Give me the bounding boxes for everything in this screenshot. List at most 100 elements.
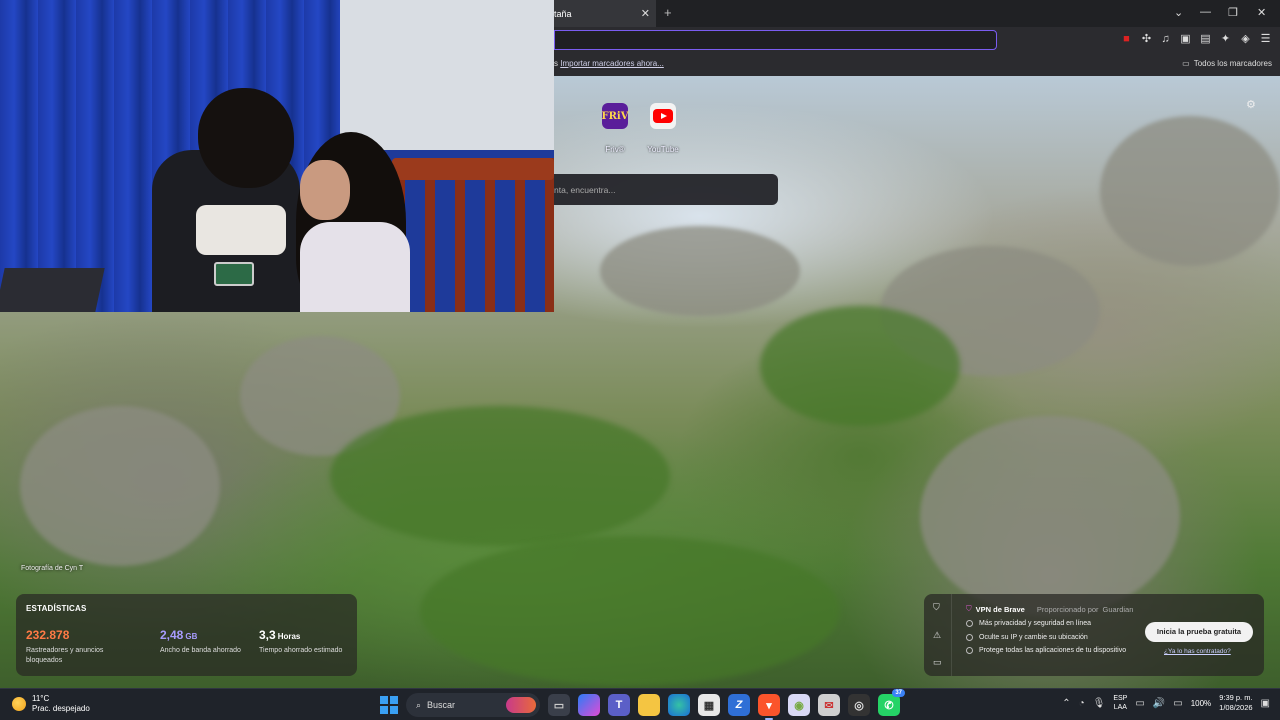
clock-time: 9:39 p. m. [1219, 693, 1253, 702]
stat-desc: Rastreadores y anuncios bloqueados [26, 647, 104, 664]
notification-icon[interactable]: ▣ [1261, 698, 1270, 709]
grass-decoration [330, 406, 670, 546]
microphone-icon[interactable]: 🎙 [1093, 698, 1106, 709]
teams-icon[interactable]: T [608, 694, 630, 716]
task-view-icon[interactable]: ▭ [548, 694, 570, 716]
vpn-provider: Guardian [1102, 604, 1134, 614]
settings-gear-icon[interactable]: ⚙ [1246, 98, 1256, 111]
address-bar[interactable] [554, 30, 997, 50]
vpn-trial-button[interactable]: Inicia la prueba gratuita [1145, 622, 1253, 642]
close-window-icon[interactable]: ✕ [1257, 6, 1266, 19]
brave-icon[interactable]: ▾ [758, 694, 780, 720]
close-tab-icon[interactable]: ✕ [641, 7, 650, 20]
search-highlight-icon [506, 697, 536, 713]
top-site-friv[interactable]: FRiV Friv® [595, 103, 635, 154]
warning-icon[interactable]: ⚠ [933, 630, 941, 641]
whatsapp-badge: 37 [892, 689, 905, 697]
windows-start-icon[interactable] [380, 696, 398, 714]
person-adult-shirt [196, 205, 286, 255]
zoom-icon[interactable]: Z [728, 694, 750, 716]
menu-icon[interactable]: ☰ [1259, 33, 1272, 46]
vpn-powered-by: Proporcionado por [1036, 604, 1099, 614]
all-bookmarks-label: Todos los marcadores [1193, 59, 1272, 68]
browser-tab[interactable]: taña ✕ [554, 0, 656, 27]
stat-desc: Ancho de banda ahorrado [160, 647, 241, 654]
brave-shields-icon[interactable]: ■ [1120, 33, 1133, 46]
store-icon[interactable]: ▦ [698, 694, 720, 716]
search-placeholder: nta, encuentra... [554, 185, 616, 195]
whatsapp-icon[interactable]: ✆ 37 [878, 689, 905, 716]
folder-icon: ▭ [1182, 59, 1190, 68]
new-tab-button[interactable]: + [664, 5, 672, 20]
chevron-up-icon[interactable]: ⌃ [1062, 698, 1070, 709]
language-indicator[interactable]: ESP LAA [1113, 694, 1127, 712]
extensions-icon[interactable]: ✣ [1140, 33, 1153, 46]
battery-icon[interactable]: ▭ [1173, 698, 1182, 709]
vpn-feature-label: Más privacidad y seguridad en línea [979, 620, 1092, 627]
weather-desc: Prac. despejado [32, 704, 90, 713]
vpn-already-link[interactable]: ¿Ya lo has contratado? [1164, 648, 1231, 655]
wifi-icon[interactable]: ◔ [1079, 698, 1085, 709]
leo-ai-icon[interactable]: ✦ [1219, 33, 1232, 46]
grass-decoration [760, 306, 960, 426]
taskbar-apps: ⌕ Buscar ▭ T ▦ Z ▾ ◉ ✉ ◎ ✆ 37 [380, 689, 905, 720]
vpn-feature: Protege todas las aplicaciones de tu dis… [966, 647, 1126, 654]
restore-icon[interactable]: ❐ [1228, 6, 1238, 19]
taskbar-search[interactable]: ⌕ Buscar [406, 693, 540, 717]
webcam-overlay [0, 0, 554, 312]
stat-trackers: 232.878 Rastreadores y anuncios bloquead… [26, 626, 116, 666]
display-icon[interactable]: ▭ [1135, 698, 1144, 709]
stat-value: 2,48 [160, 628, 184, 642]
import-bookmarks-link[interactable]: Importar marcadores ahora... [560, 59, 664, 68]
person-child-body [300, 222, 410, 312]
check-icon [966, 634, 973, 641]
tab-list-icon[interactable]: ⌄ [1174, 6, 1183, 19]
all-bookmarks-button[interactable]: ▭ Todos los marcadores [1182, 59, 1272, 68]
bookmarks-import: s Importar marcadores ahora... [554, 59, 664, 68]
obs-icon[interactable]: ◎ [848, 694, 870, 716]
system-tray: ⌃ ◔ 🎙 ESP LAA ▭ 🔊 ▭ 100% 9:39 p. m. 1/08… [1062, 693, 1270, 713]
taskbar: 11°C Prac. despejado ⌕ Buscar ▭ T ▦ Z ▾ … [0, 688, 1280, 720]
person-child-face [300, 160, 350, 220]
stat-unit: Horas [277, 632, 301, 641]
volume-icon[interactable]: 🔊 [1153, 698, 1165, 709]
browser-toolbar: ■ ✣ ♫ ▣ ▤ ✦ ◈ ☰ [554, 27, 1280, 53]
copilot-icon[interactable] [578, 694, 600, 716]
sidebar-icon[interactable]: ▣ [1179, 33, 1192, 46]
photo-credit[interactable]: Fotografía de Cyn T [21, 565, 83, 572]
game-app-icon[interactable]: ◉ [788, 694, 810, 716]
minimize-icon[interactable]: — [1200, 6, 1211, 18]
vpn-feature: Oculte su IP y cambie su ubicación [966, 634, 1088, 641]
search-input[interactable]: nta, encuentra... [554, 174, 778, 205]
rock-decoration [920, 416, 1180, 616]
edge-icon[interactable] [668, 694, 690, 716]
youtube-icon [650, 103, 676, 129]
mail-app-icon[interactable]: ✉ [818, 694, 840, 716]
stats-title: ESTADÍSTICAS [26, 604, 87, 613]
widget-switcher: ⛉ ⚠ ▭ [924, 594, 952, 676]
media-icon[interactable]: ♫ [1159, 33, 1172, 46]
stat-bandwidth: 2,48 GB Ancho de banda ahorrado [160, 626, 250, 656]
shield-icon[interactable]: ⛉ [933, 602, 940, 613]
browser-titlebar: taña ✕ + ⌄ — ❐ ✕ [554, 0, 1280, 27]
rewards-icon[interactable]: ▭ [933, 657, 942, 668]
stat-time: 3,3 Horas Tiempo ahorrado estimado [259, 626, 349, 656]
weather-widget[interactable]: 11°C Prac. despejado [12, 694, 90, 714]
rock-decoration [1100, 116, 1280, 266]
top-site-youtube[interactable]: YouTube [643, 103, 683, 154]
tab-title: taña [554, 8, 572, 19]
weather-temp: 11°C [32, 694, 50, 703]
chair [395, 158, 554, 312]
lang-code: ESP [1113, 695, 1128, 702]
bookmarks-prefix: s [554, 59, 558, 68]
rock-decoration [20, 406, 220, 566]
search-icon: ⌕ [416, 699, 422, 710]
wallet-icon[interactable]: ▤ [1199, 33, 1212, 46]
top-site-label: Friv® [605, 145, 625, 154]
rock-decoration [600, 226, 800, 316]
handheld-device [214, 262, 254, 286]
clock[interactable]: 9:39 p. m. 1/08/2026 [1219, 693, 1252, 713]
vpn-icon[interactable]: ◈ [1239, 33, 1252, 46]
laptop [0, 268, 105, 312]
file-explorer-icon[interactable] [638, 694, 660, 716]
